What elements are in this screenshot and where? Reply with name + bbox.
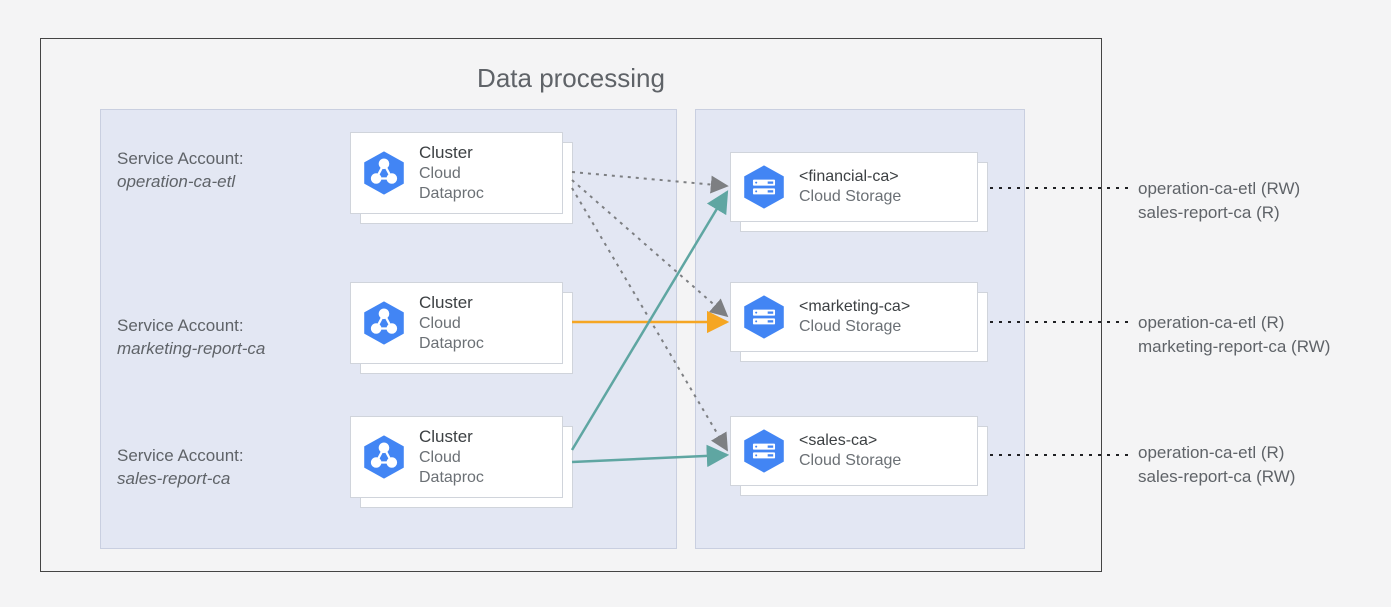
service-account-1: Service Account: operation-ca-etl xyxy=(117,148,244,194)
c3-sub2: Dataproc xyxy=(419,468,484,488)
c2-sub2: Dataproc xyxy=(419,334,484,354)
c1-sub2: Dataproc xyxy=(419,184,484,204)
sa2-name: marketing-report-ca xyxy=(117,338,265,361)
b1-title: <financial-ca> xyxy=(799,167,901,187)
p3-line2: sales-report-ca (RW) xyxy=(1138,465,1295,489)
c2-sub1: Cloud xyxy=(419,314,484,334)
p3-line1: operation-ca-etl (R) xyxy=(1138,441,1295,465)
permissions-3: operation-ca-etl (R) sales-report-ca (RW… xyxy=(1138,441,1295,489)
dataproc-icon xyxy=(361,300,407,346)
p1-line2: sales-report-ca (R) xyxy=(1138,201,1300,225)
sa3-label: Service Account: xyxy=(117,445,244,468)
sa1-label: Service Account: xyxy=(117,148,244,171)
bucket-card-2: <marketing-ca> Cloud Storage xyxy=(730,282,978,352)
sa3-name: sales-report-ca xyxy=(117,468,244,491)
permissions-2: operation-ca-etl (R) marketing-report-ca… xyxy=(1138,311,1330,359)
cluster-card-2: Cluster Cloud Dataproc xyxy=(350,282,563,364)
sa2-label: Service Account: xyxy=(117,315,265,338)
p1-line1: operation-ca-etl (RW) xyxy=(1138,177,1300,201)
service-account-3: Service Account: sales-report-ca xyxy=(117,445,244,491)
b2-sub: Cloud Storage xyxy=(799,317,910,337)
service-account-2: Service Account: marketing-report-ca xyxy=(117,315,265,361)
card-face: Cluster Cloud Dataproc xyxy=(350,132,563,214)
card-face: <financial-ca> Cloud Storage xyxy=(730,152,978,222)
card-face: <sales-ca> Cloud Storage xyxy=(730,416,978,486)
storage-icon xyxy=(741,294,787,340)
permissions-1: operation-ca-etl (RW) sales-report-ca (R… xyxy=(1138,177,1300,225)
bucket-card-3: <sales-ca> Cloud Storage xyxy=(730,416,978,486)
p2-line2: marketing-report-ca (RW) xyxy=(1138,335,1330,359)
container-title: Data processing xyxy=(41,63,1101,94)
dataproc-icon xyxy=(361,150,407,196)
storage-icon xyxy=(741,164,787,210)
cluster-card-1: Cluster Cloud Dataproc xyxy=(350,132,563,214)
storage-icon xyxy=(741,428,787,474)
c3-title: Cluster xyxy=(419,426,484,447)
c3-sub1: Cloud xyxy=(419,448,484,468)
b3-sub: Cloud Storage xyxy=(799,451,901,471)
card-face: Cluster Cloud Dataproc xyxy=(350,282,563,364)
b1-sub: Cloud Storage xyxy=(799,187,901,207)
card-face: Cluster Cloud Dataproc xyxy=(350,416,563,498)
c1-title: Cluster xyxy=(419,142,484,163)
b2-title: <marketing-ca> xyxy=(799,297,910,317)
dataproc-icon xyxy=(361,434,407,480)
b3-title: <sales-ca> xyxy=(799,431,901,451)
card-face: <marketing-ca> Cloud Storage xyxy=(730,282,978,352)
p2-line1: operation-ca-etl (R) xyxy=(1138,311,1330,335)
sa1-name: operation-ca-etl xyxy=(117,171,244,194)
c1-sub1: Cloud xyxy=(419,164,484,184)
data-processing-container: Data processing Service Account: operati… xyxy=(40,38,1102,572)
cluster-card-3: Cluster Cloud Dataproc xyxy=(350,416,563,498)
bucket-card-1: <financial-ca> Cloud Storage xyxy=(730,152,978,222)
c2-title: Cluster xyxy=(419,292,484,313)
